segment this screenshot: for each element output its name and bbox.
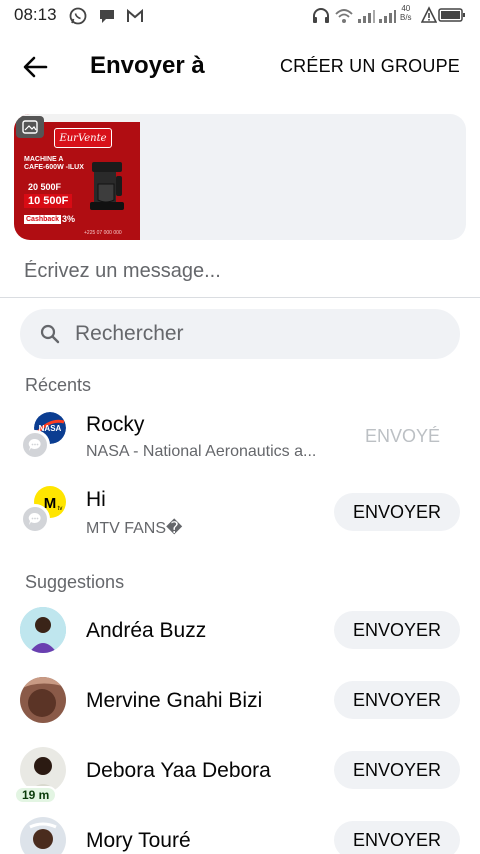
gmail-icon	[127, 8, 143, 22]
section-suggestions-label: Suggestions	[25, 572, 125, 592]
signal-icon	[379, 10, 396, 23]
contact-subtitle: MTV FANS�	[86, 520, 183, 537]
send-button[interactable]: ENVOYER	[334, 493, 460, 531]
coffee-machine-image	[90, 162, 124, 210]
wifi-icon	[335, 9, 353, 23]
send-button[interactable]: ENVOYER	[334, 681, 460, 719]
contact-name: Rocky	[86, 413, 145, 436]
list-item[interactable]: Mory Touré ENVOYER	[0, 806, 480, 854]
send-button[interactable]: ENVOYER	[334, 751, 460, 789]
ad-cashback-value: 3%	[62, 214, 76, 224]
send-button[interactable]: ENVOYER	[334, 821, 460, 854]
status-time: 08:13	[14, 5, 57, 24]
page-title: Envoyer à	[90, 52, 205, 79]
list-item[interactable]: 19 m Debora Yaa Debora ENVOYER	[0, 736, 480, 806]
list-item[interactable]: Andréa Buzz ENVOYER	[0, 596, 480, 666]
headphones-icon	[313, 8, 329, 23]
create-group-button[interactable]: CRÉER UN GROUPE	[280, 56, 460, 77]
group-avatar: NASA	[20, 410, 68, 462]
list-item[interactable]: Mervine Gnahi Bizi ENVOYER	[0, 666, 480, 736]
send-button[interactable]: ENVOYER	[334, 611, 460, 649]
ad-cashback-label: Cashback	[24, 215, 62, 224]
contact-name: Hi	[86, 488, 106, 511]
contact-name: Debora Yaa Debora	[86, 759, 271, 782]
sent-status: ENVOYÉ	[364, 426, 440, 446]
chat-bubble-icon	[20, 430, 50, 460]
active-time-badge: 19 m	[14, 786, 58, 804]
message-input[interactable]	[24, 256, 454, 286]
ad-headline: MACHINE A CAFE-600W -ILUX	[24, 156, 84, 171]
avatar	[20, 607, 66, 653]
search-input[interactable]	[75, 319, 435, 349]
avatar	[20, 677, 66, 723]
ad-new-price: 10 500F	[24, 194, 73, 208]
ad-image: EurVente MACHINE A CAFE-600W -ILUX 20 50…	[14, 114, 140, 240]
shared-content-preview: EurVente MACHINE A CAFE-600W -ILUX 20 50…	[14, 114, 466, 240]
network-speed-unit: B/s	[400, 13, 412, 22]
ad-footer: +225 07 000 000	[84, 230, 122, 236]
contact-name: Mervine Gnahi Bizi	[86, 689, 263, 712]
section-recents-label: Récents	[25, 375, 92, 395]
avatar	[20, 817, 66, 854]
contact-name: Andréa Buzz	[86, 619, 207, 642]
alert-icon	[421, 6, 437, 23]
chat-bubble-icon	[100, 10, 114, 23]
contact-name: Mory Touré	[86, 829, 191, 852]
chat-bubble-icon	[20, 504, 50, 534]
svg-text:tv: tv	[58, 506, 63, 512]
list-item[interactable]: NASA Rocky NASA - National Aeronautics a…	[0, 402, 480, 472]
whatsapp-icon	[69, 7, 87, 25]
header: Envoyer à CRÉER UN GROUPE	[0, 32, 480, 102]
group-avatar: M tv	[20, 484, 68, 536]
back-button[interactable]	[20, 52, 50, 82]
signal-icon	[358, 10, 375, 23]
contact-subtitle: NASA - National Aeronautics a...	[86, 443, 317, 460]
gallery-icon	[16, 116, 44, 138]
search-icon	[40, 324, 60, 344]
arrow-left-icon	[23, 56, 48, 78]
list-item[interactable]: M tv Hi MTV FANS� ENVOYER	[0, 476, 480, 546]
search-bar[interactable]	[20, 309, 460, 359]
status-bar: 08:13 40 B/s	[0, 0, 480, 32]
network-speed-value: 40	[401, 4, 411, 13]
ad-brand-logo: EurVente	[54, 128, 112, 148]
network-speed: 40 B/s	[400, 4, 412, 22]
divider	[0, 297, 480, 298]
ad-old-price: 20 500F	[28, 182, 62, 192]
battery-icon	[438, 8, 465, 22]
